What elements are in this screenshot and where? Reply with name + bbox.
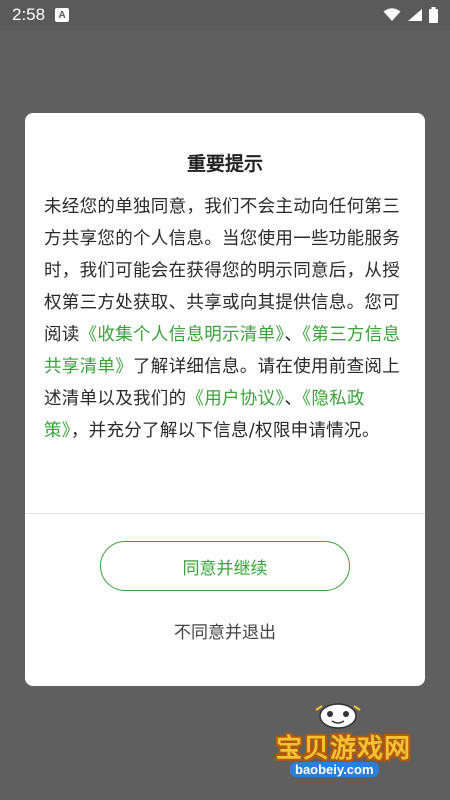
dialog-body: 未经您的单独同意，我们不会主动向任何第三方共享您的个人信息。当您使用一些功能服务…	[44, 191, 408, 447]
dialog-title: 重要提示	[186, 153, 263, 175]
wifi-icon	[383, 8, 401, 21]
privacy-dialog: 重要提示 未经您的单独同意，我们不会主动向任何第三方共享您的个人信息。当您使用一…	[25, 113, 425, 686]
status-bar: 2:58 A	[0, 0, 450, 30]
dialog-divider	[25, 513, 425, 514]
body-text: 未经您的单独同意，我们不会主动向任何第三方共享您的个人信息。当您使用一些功能服务…	[44, 197, 400, 345]
body-separator: 、	[284, 325, 303, 345]
disagree-exit-button[interactable]: 不同意并退出	[25, 618, 425, 643]
notification-icon: A	[55, 8, 70, 22]
signal-icon	[408, 9, 422, 21]
agree-continue-button[interactable]: 同意并继续	[100, 541, 350, 591]
watermark-name: 宝贝游戏网	[276, 734, 412, 764]
status-icons	[383, 7, 438, 23]
status-time: 2:58	[12, 5, 46, 24]
body-text: ，并充分了解以下信息/权限申请情况。	[70, 421, 380, 441]
body-separator: 、	[284, 389, 303, 409]
collection-list-link[interactable]: 《收集个人信息明示清单》	[80, 325, 285, 345]
battery-icon	[429, 7, 438, 23]
watermark: 宝贝游戏网 baobeiy.com	[270, 700, 440, 790]
watermark-url: baobeiy.com	[290, 762, 379, 777]
user-agreement-link[interactable]: 《用户协议》	[186, 389, 284, 409]
